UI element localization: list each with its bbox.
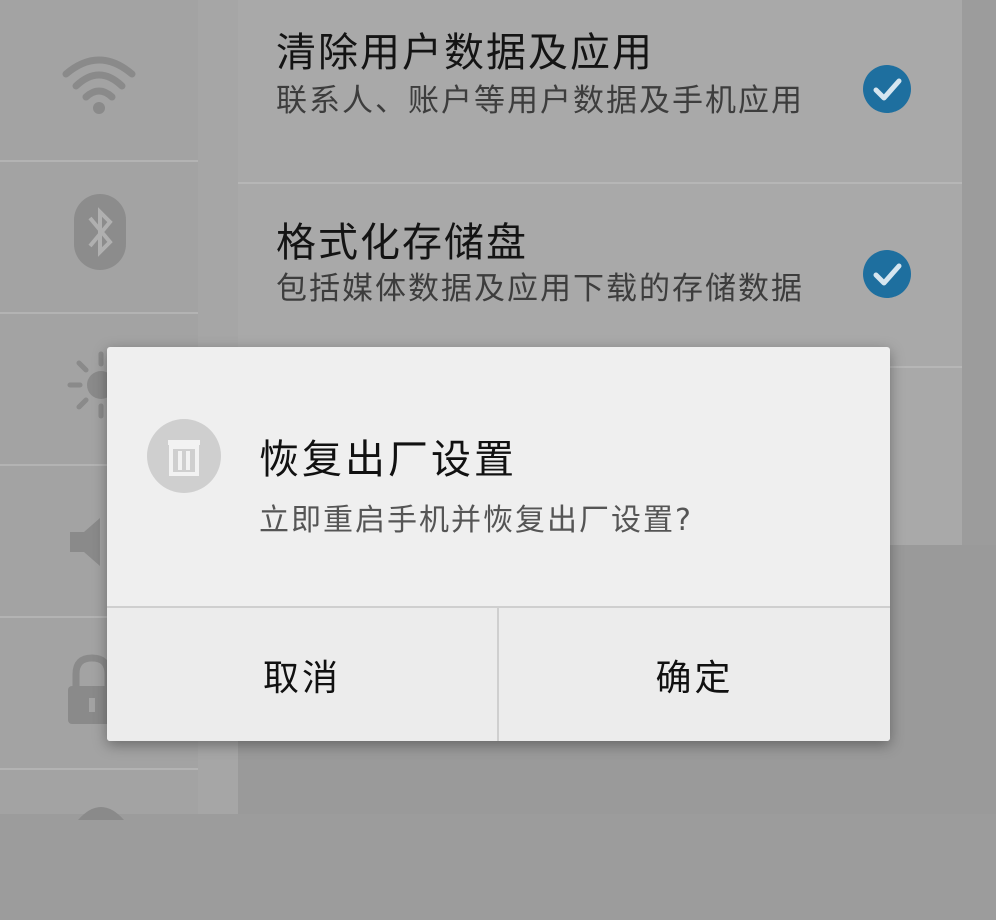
bluetooth-icon (72, 192, 128, 272)
option-description: 联系人、账户等用户数据及手机应用 (276, 83, 804, 119)
option-format-storage[interactable]: 格式化存储盘 包括媒体数据及应用下载的存储数据 (238, 184, 962, 368)
factory-reset-dialog: 恢复出厂设置 立即重启手机并恢复出厂设置? 取消 确定 (107, 347, 890, 741)
wifi-icon (62, 50, 136, 120)
checkbox-checked-icon[interactable] (863, 250, 911, 298)
cancel-button[interactable]: 取消 (107, 608, 497, 741)
sidebar-item-wifi (0, 10, 198, 162)
option-clear-user-data[interactable]: 清除用户数据及应用 联系人、账户等用户数据及手机应用 (238, 0, 962, 184)
option-description: 包括媒体数据及应用下载的存储数据 (276, 271, 804, 307)
confirm-button[interactable]: 确定 (499, 608, 890, 741)
trash-icon (147, 419, 221, 493)
option-title: 格式化存储盘 (276, 220, 528, 266)
dialog-title: 恢复出厂设置 (259, 437, 517, 483)
dialog-message: 立即重启手机并恢复出厂设置? (259, 503, 693, 538)
settings-icon (76, 800, 126, 820)
option-title: 清除用户数据及应用 (276, 30, 654, 76)
sidebar-item-bluetooth (0, 162, 198, 314)
sidebar-item-settings (0, 770, 198, 920)
checkbox-checked-icon[interactable] (863, 65, 911, 113)
